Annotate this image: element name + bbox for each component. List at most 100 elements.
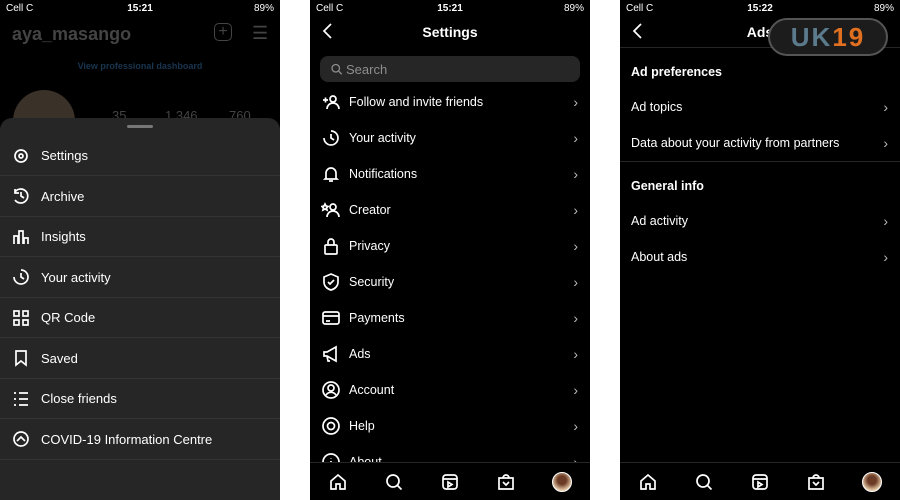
- settings-item-label: Creator: [349, 203, 391, 217]
- chevron-right-icon: ›: [883, 99, 888, 115]
- settings-item-ads[interactable]: Ads ›: [310, 336, 590, 372]
- menu-item-qr-code[interactable]: QR Code: [0, 298, 280, 338]
- menu-item-label: COVID-19 Information Centre: [41, 431, 213, 447]
- settings-item-label: Security: [349, 275, 395, 289]
- menu-icon[interactable]: ☰: [252, 23, 268, 44]
- settings-item-your-activity[interactable]: Your activity ›: [310, 120, 590, 156]
- profile-avatar[interactable]: [552, 471, 572, 492]
- reels-icon[interactable]: [750, 472, 770, 492]
- home-icon[interactable]: [638, 472, 658, 492]
- chevron-right-icon: ›: [883, 213, 888, 229]
- settings-item-label: Your activity: [349, 131, 416, 145]
- chevron-right-icon: ›: [573, 346, 578, 362]
- menu-item-label: Settings: [41, 148, 88, 163]
- settings-item-label: Payments: [349, 311, 405, 325]
- qr-code-icon: [11, 308, 31, 328]
- chevron-right-icon: ›: [573, 130, 578, 146]
- menu-item-label: Close friends: [41, 391, 117, 406]
- menu-item-label: QR Code: [41, 310, 96, 325]
- settings-item-label: Follow and invite friends: [349, 95, 484, 109]
- card-icon: [321, 308, 341, 328]
- ads-item-ad-topics[interactable]: Ad topics ›: [620, 89, 900, 125]
- dashboard-link[interactable]: View professional dashboard: [0, 61, 280, 71]
- divider: [620, 161, 900, 162]
- chevron-right-icon: ›: [573, 382, 578, 398]
- time: 15:21: [437, 2, 463, 14]
- settings-item-account[interactable]: Account ›: [310, 372, 590, 408]
- menu-item-your-activity[interactable]: Your activity: [0, 258, 280, 298]
- screen-settings: Cell C 15:21 89% Settings Search Follow an…: [310, 0, 590, 500]
- settings-item-notifications[interactable]: Notifications ›: [310, 156, 590, 192]
- search-placeholder: Search: [346, 61, 388, 77]
- profile-avatar[interactable]: [862, 471, 882, 492]
- settings-item-privacy[interactable]: Privacy ›: [310, 228, 590, 264]
- settings-item-help[interactable]: Help ›: [310, 408, 590, 444]
- menu-item-insights[interactable]: Insights: [0, 217, 280, 257]
- ads-item-data-about-your-activity-from-partners[interactable]: Data about your activity from partners ›: [620, 125, 900, 161]
- settings-item-label: Notifications: [349, 167, 418, 181]
- search-icon[interactable]: [694, 472, 714, 492]
- section-heading: General info: [631, 179, 704, 193]
- chevron-right-icon: ›: [573, 310, 578, 326]
- section-heading: Ad preferences: [631, 65, 723, 79]
- shop-icon[interactable]: [496, 472, 516, 492]
- bottom-nav: [310, 462, 590, 500]
- time: 15:22: [747, 2, 773, 14]
- status-bar: Cell C 15:21 89%: [310, 0, 590, 16]
- menu-item-saved[interactable]: Saved: [0, 339, 280, 379]
- search-icon[interactable]: [384, 472, 404, 492]
- shield-icon: [321, 272, 341, 292]
- covid-info-icon: [11, 429, 31, 449]
- watermark-logo: UK 19: [768, 18, 888, 56]
- create-icon[interactable]: +: [214, 23, 232, 41]
- chevron-right-icon: ›: [573, 418, 578, 434]
- menu-sheet: Settings Archive Insights Your activity QR C…: [0, 118, 280, 500]
- menu-item-close-friends[interactable]: Close friends: [0, 379, 280, 419]
- activity-icon: [11, 267, 31, 287]
- settings-item-creator[interactable]: Creator ›: [310, 192, 590, 228]
- activity-icon: [321, 128, 341, 148]
- settings-item-payments[interactable]: Payments ›: [310, 300, 590, 336]
- bell-icon: [321, 164, 341, 184]
- search-input[interactable]: Search: [320, 56, 580, 82]
- settings-item-label: Ads: [349, 347, 371, 361]
- status-bar: Cell C 15:21 89%: [0, 0, 280, 16]
- shop-icon[interactable]: [806, 472, 826, 492]
- chevron-right-icon: ›: [883, 249, 888, 265]
- settings-item-label: Help: [349, 419, 375, 433]
- settings-item-security[interactable]: Security ›: [310, 264, 590, 300]
- archive-icon: [11, 186, 31, 206]
- settings-item-label: Privacy: [349, 239, 390, 253]
- home-icon[interactable]: [328, 472, 348, 492]
- ads-item-ad-activity[interactable]: Ad activity ›: [620, 203, 900, 239]
- gear-icon: [11, 146, 31, 166]
- settings-item-follow-and-invite-friends[interactable]: Follow and invite friends ›: [310, 84, 590, 120]
- chevron-right-icon: ›: [573, 94, 578, 110]
- ads-item-about-ads[interactable]: About ads ›: [620, 239, 900, 275]
- ads-item-label: About ads: [631, 250, 688, 264]
- screen-ads: Cell C 15:22 89% Ads UK 19 Ad preferences Ad…: [620, 0, 900, 500]
- settings-item-label: Account: [349, 383, 395, 397]
- megaphone-icon: [321, 344, 341, 364]
- chevron-right-icon: ›: [573, 274, 578, 290]
- bookmark-icon: [11, 348, 31, 368]
- status-bar: Cell C 15:22 89%: [620, 0, 900, 16]
- menu-item-covid-19-information-centre[interactable]: COVID-19 Information Centre: [0, 420, 280, 460]
- insights-icon: [11, 227, 31, 247]
- ads-item-label: Ad topics: [631, 100, 683, 114]
- menu-item-label: Archive: [41, 188, 85, 204]
- menu-item-label: Saved: [41, 350, 78, 366]
- ads-item-label: Ad activity: [631, 214, 688, 228]
- ads-item-label: Data about your activity from partners: [631, 136, 840, 150]
- search-icon: [326, 59, 346, 79]
- lock-icon: [321, 236, 341, 256]
- chevron-right-icon: ›: [573, 202, 578, 218]
- menu-item-archive[interactable]: Archive: [0, 177, 280, 217]
- lifebuoy-icon: [321, 416, 341, 436]
- account-icon: [321, 380, 341, 400]
- reels-icon[interactable]: [440, 472, 460, 492]
- menu-item-settings[interactable]: Settings: [0, 136, 280, 176]
- sheet-handle[interactable]: [127, 125, 153, 128]
- creator-icon: [321, 200, 341, 220]
- username[interactable]: aya_masango: [12, 24, 131, 45]
